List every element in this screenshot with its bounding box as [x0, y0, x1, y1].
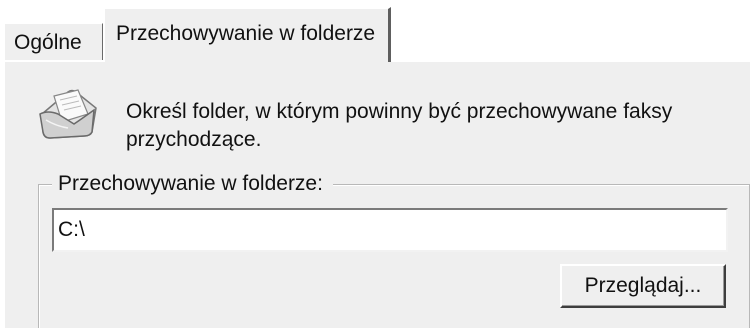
browse-button[interactable]: Przeglądaj... [560, 264, 726, 308]
fax-properties-dialog: Ogólne Przechowywanie w folderze Określ … [0, 0, 750, 328]
tab-folder-storage-label: Przechowywanie w folderze [116, 22, 376, 45]
tab-general[interactable]: Ogólne [3, 22, 104, 62]
instruction-text: Określ folder, w którym powinny być prze… [126, 100, 673, 151]
fax-folder-icon [39, 89, 97, 139]
tab-folder-storage[interactable]: Przechowywanie w folderze [103, 7, 391, 62]
tab-general-label: Ogólne [14, 31, 82, 54]
folder-path-field[interactable] [52, 208, 728, 252]
folder-storage-group-label: Przechowywanie w folderze: [52, 172, 333, 196]
